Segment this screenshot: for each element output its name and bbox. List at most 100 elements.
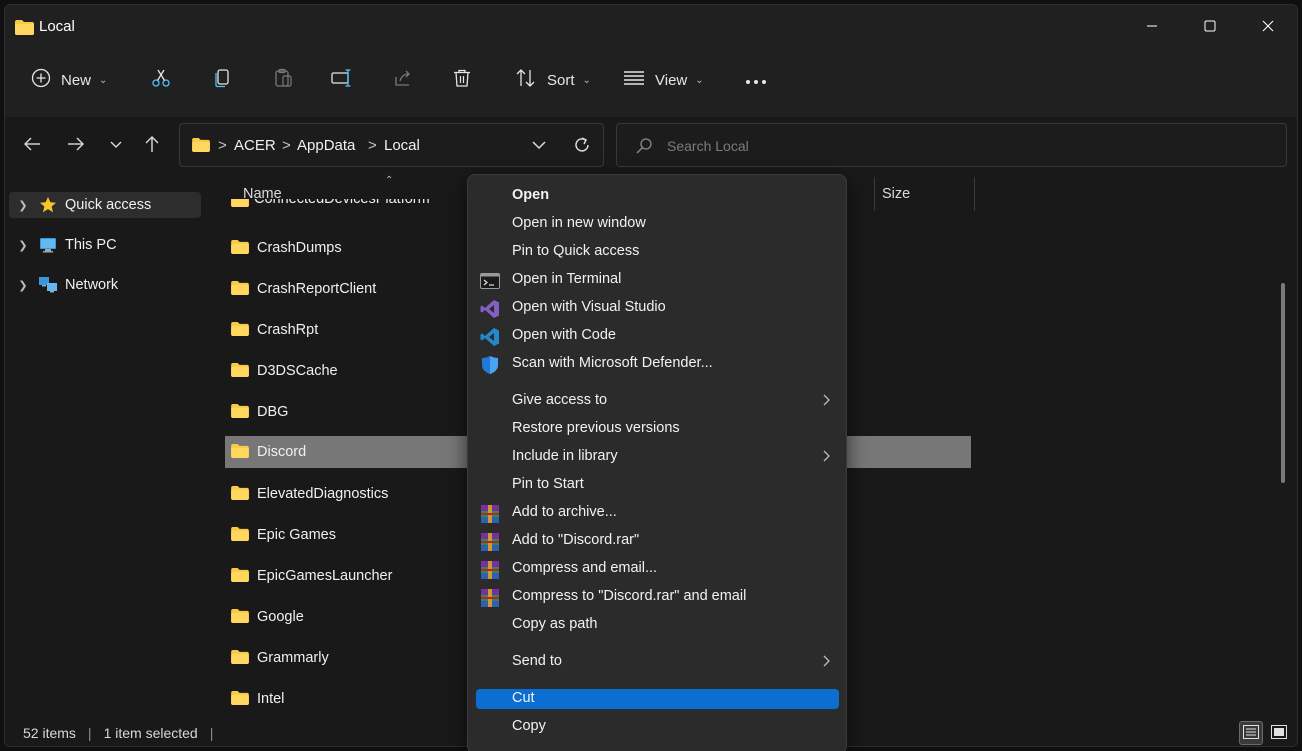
- status-divider: |: [87, 725, 92, 741]
- more-button[interactable]: [745, 57, 767, 103]
- folder-icon: [231, 363, 249, 379]
- maximize-button[interactable]: [1181, 5, 1239, 49]
- copy-button[interactable]: [213, 57, 233, 103]
- file-row-partial[interactable]: ConnectedDevicesPlatform: [225, 199, 471, 213]
- sort-button[interactable]: Sort ⌄: [515, 57, 591, 103]
- forward-button[interactable]: [61, 131, 91, 159]
- menu-item-label: Add to "Discord.rar": [512, 532, 640, 548]
- menu-item-label: Compress to "Discord.rar" and email: [512, 588, 747, 604]
- menu-item-add-discord-rar[interactable]: Add to "Discord.rar": [476, 530, 839, 552]
- winrar-icon: [480, 504, 500, 524]
- menu-item-open-visual-studio[interactable]: Open with Visual Studio: [476, 297, 839, 319]
- delete-icon: [452, 68, 472, 92]
- column-header-size[interactable]: Size: [882, 186, 910, 202]
- rename-button[interactable]: [331, 57, 353, 103]
- folder-icon: [231, 240, 249, 256]
- sort-label: Sort: [547, 71, 575, 89]
- menu-item-label: Pin to Quick access: [512, 243, 640, 259]
- forward-arrow-icon: [67, 136, 85, 155]
- address-bar[interactable]: > ACER > AppData > Local: [179, 123, 604, 167]
- breadcrumb-appdata[interactable]: AppData: [297, 137, 355, 154]
- sort-ascending-icon: ⌃: [385, 175, 394, 186]
- file-name: Discord: [257, 444, 307, 460]
- address-dropdown-icon[interactable]: [530, 136, 550, 156]
- tiles-view-button[interactable]: [1267, 721, 1291, 745]
- nav-item-network[interactable]: ❯ Network: [9, 272, 201, 298]
- menu-item-copy-as-path[interactable]: Copy as path: [476, 614, 839, 636]
- search-icon: [635, 137, 653, 158]
- menu-item-scan-defender[interactable]: Scan with Microsoft Defender...: [476, 353, 839, 375]
- paste-button[interactable]: [273, 57, 293, 103]
- breadcrumb-separator: >: [282, 137, 291, 154]
- cut-icon: [151, 68, 171, 92]
- menu-item-label: Open in Terminal: [512, 271, 622, 287]
- delete-button[interactable]: [452, 57, 472, 103]
- menu-item-label: Copy: [512, 718, 546, 734]
- terminal-icon: [480, 271, 500, 291]
- menu-item-compress-discord-email[interactable]: Compress to "Discord.rar" and email: [476, 586, 839, 608]
- folder-icon: [231, 486, 249, 502]
- submenu-arrow-icon: [823, 394, 831, 409]
- menu-item-pin-quick-access[interactable]: Pin to Quick access: [476, 241, 839, 263]
- menu-item-open-with-code[interactable]: Open with Code: [476, 325, 839, 347]
- menu-item-label: Give access to: [512, 392, 608, 408]
- recent-locations-button[interactable]: [101, 131, 131, 159]
- menu-item-label: Pin to Start: [512, 476, 584, 492]
- folder-icon: [231, 568, 249, 584]
- menu-item-restore-versions[interactable]: Restore previous versions: [476, 418, 839, 440]
- tiles-view-icon: [1271, 724, 1287, 742]
- menu-item-cut[interactable]: Cut: [476, 689, 839, 709]
- visual-studio-icon: [480, 299, 500, 319]
- folder-icon: [231, 691, 249, 707]
- details-view-icon: [1243, 724, 1259, 742]
- winrar-icon: [480, 560, 500, 580]
- folder-icon: [231, 404, 249, 420]
- status-bar: 52 items | 1 item selected |: [23, 725, 225, 741]
- file-name: Intel: [257, 691, 285, 707]
- nav-item-quick-access[interactable]: ❯ Quick access: [9, 192, 201, 218]
- back-arrow-icon: [23, 136, 41, 155]
- breadcrumb-acer[interactable]: ACER: [234, 137, 276, 154]
- menu-item-copy[interactable]: Copy: [476, 716, 839, 738]
- menu-item-give-access[interactable]: Give access to: [476, 390, 839, 412]
- search-box[interactable]: Search Local: [616, 123, 1287, 167]
- refresh-icon[interactable]: [572, 135, 594, 157]
- nav-item-this-pc[interactable]: ❯ This PC: [9, 232, 201, 258]
- breadcrumb-local[interactable]: Local: [384, 137, 420, 154]
- menu-item-send-to[interactable]: Send to: [476, 651, 839, 673]
- expand-chevron-icon[interactable]: ❯: [13, 279, 33, 292]
- file-name: ConnectedDevicesPlatform: [254, 199, 430, 207]
- menu-item-include-library[interactable]: Include in library: [476, 446, 839, 468]
- view-button[interactable]: View ⌄: [623, 57, 704, 103]
- context-menu: Open Open in new window Pin to Quick acc…: [467, 174, 847, 751]
- folder-icon: [231, 199, 249, 210]
- copy-icon: [213, 68, 233, 92]
- menu-item-label: Open with Visual Studio: [512, 299, 666, 315]
- details-view-button[interactable]: [1239, 721, 1263, 745]
- minimize-icon: [1146, 19, 1158, 35]
- menu-item-pin-start[interactable]: Pin to Start: [476, 474, 839, 496]
- menu-item-add-archive[interactable]: Add to archive...: [476, 502, 839, 524]
- expand-chevron-icon[interactable]: ❯: [13, 199, 33, 212]
- file-name: Epic Games: [257, 527, 336, 543]
- submenu-arrow-icon: [823, 450, 831, 465]
- menu-item-open-terminal[interactable]: Open in Terminal: [476, 269, 839, 291]
- vertical-scrollbar[interactable]: [1281, 283, 1285, 483]
- share-button[interactable]: [393, 57, 413, 103]
- menu-item-open[interactable]: Open: [476, 185, 839, 207]
- title-bar[interactable]: Local: [5, 5, 1297, 49]
- column-divider[interactable]: [874, 177, 875, 211]
- new-label: New: [61, 71, 92, 89]
- expand-chevron-icon[interactable]: ❯: [13, 239, 33, 252]
- menu-item-label: Cut: [512, 690, 535, 706]
- minimize-button[interactable]: [1123, 5, 1181, 49]
- close-button[interactable]: [1239, 5, 1297, 49]
- back-button[interactable]: [17, 131, 47, 159]
- new-button[interactable]: New ⌄: [31, 57, 107, 103]
- cut-button[interactable]: [151, 57, 171, 103]
- menu-item-compress-email[interactable]: Compress and email...: [476, 558, 839, 580]
- up-button[interactable]: [137, 131, 167, 159]
- column-divider[interactable]: [974, 177, 975, 211]
- menu-item-label: Add to archive...: [512, 504, 617, 520]
- menu-item-open-new-window[interactable]: Open in new window: [476, 213, 839, 235]
